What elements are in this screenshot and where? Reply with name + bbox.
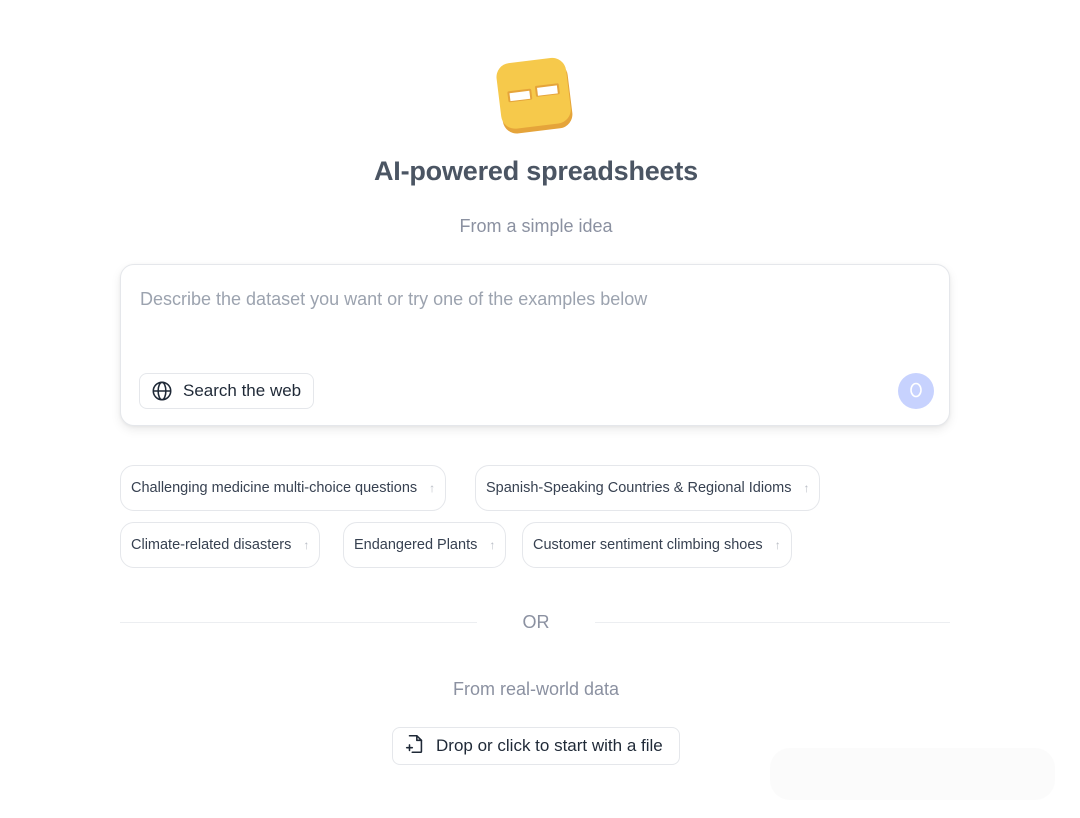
example-chip-label: Spanish-Speaking Countries & Regional Id… xyxy=(486,480,792,496)
prompt-box: Search the web xyxy=(120,264,950,426)
example-chip-climate[interactable]: Climate-related disasters ↑ xyxy=(120,522,321,568)
search-web-button[interactable]: Search the web xyxy=(139,373,315,409)
send-icon xyxy=(909,380,923,403)
file-section-subtitle: From real-world data xyxy=(452,679,620,699)
divider-left xyxy=(120,622,477,623)
page-title: AI-powered spreadsheets xyxy=(373,156,698,186)
example-chip-climbing-shoes[interactable]: Customer sentiment climbing shoes ↑ xyxy=(522,522,792,568)
upload-file-label: Drop or click to start with a file xyxy=(436,736,663,755)
search-web-label: Search the web xyxy=(183,381,302,400)
example-chip-plants[interactable]: Endangered Plants ↑ xyxy=(343,522,507,568)
divider-right xyxy=(595,622,950,623)
arrow-up-icon: ↑ xyxy=(489,538,496,552)
globe-icon xyxy=(151,380,173,402)
example-chip-label: Customer sentiment climbing shoes xyxy=(533,537,763,553)
dataset-description-input[interactable] xyxy=(140,289,920,310)
or-separator: OR xyxy=(522,612,550,632)
page-subtitle: From a simple idea xyxy=(459,216,613,236)
arrow-up-icon: ↑ xyxy=(774,538,781,552)
example-chip-label: Endangered Plants xyxy=(354,537,478,553)
upload-file-button[interactable]: Drop or click to start with a file xyxy=(392,727,680,765)
example-chip-label: Climate-related disasters xyxy=(131,537,292,553)
table-logo-icon xyxy=(496,56,576,136)
arrow-up-icon: ↑ xyxy=(803,481,810,495)
example-chip-label: Challenging medicine multi-choice questi… xyxy=(131,480,418,496)
send-button[interactable] xyxy=(898,373,934,409)
page: AI-powered spreadsheets From a simple id… xyxy=(0,0,1080,818)
example-chip-medicine[interactable]: Challenging medicine multi-choice questi… xyxy=(120,465,447,511)
file-add-icon xyxy=(404,733,426,760)
arrow-up-icon: ↑ xyxy=(429,481,436,495)
faint-overlay xyxy=(770,748,1055,800)
arrow-up-icon: ↑ xyxy=(303,538,310,552)
example-chip-spanish-idioms[interactable]: Spanish-Speaking Countries & Regional Id… xyxy=(475,465,821,511)
